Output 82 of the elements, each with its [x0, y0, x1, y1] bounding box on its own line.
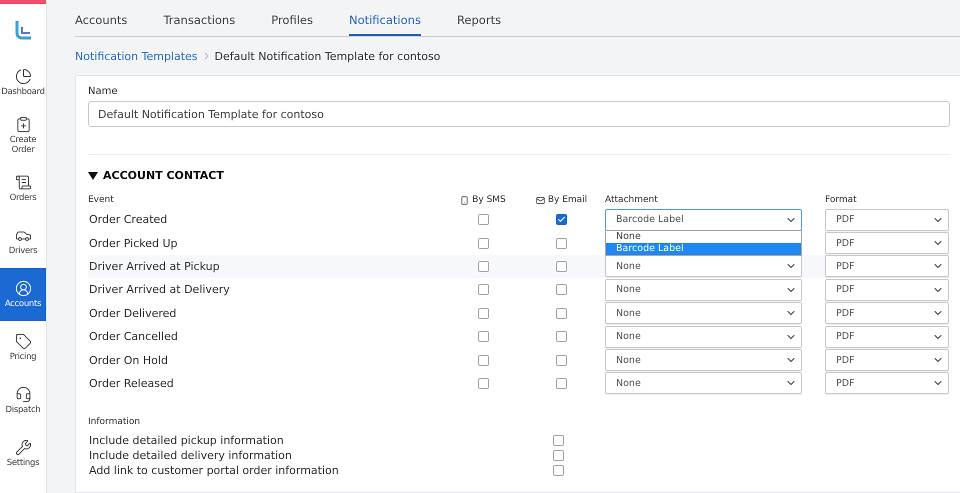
logo-icon — [13, 19, 33, 41]
phone-icon — [460, 196, 470, 204]
checkbox[interactable] — [556, 331, 567, 342]
column-header: Format — [825, 194, 858, 207]
event-label: Order Created — [88, 213, 168, 226]
tab[interactable]: Reports — [456, 13, 502, 36]
column-header: By Email — [548, 195, 588, 205]
attachment-select[interactable]: None — [605, 255, 802, 278]
headset-icon — [14, 386, 32, 403]
event-label: Order On Hold — [88, 354, 168, 367]
checkbox[interactable] — [556, 260, 567, 272]
format-select[interactable]: PDF — [825, 208, 949, 231]
chevron-right-icon — [204, 52, 209, 60]
attachment-select[interactable]: None — [605, 278, 802, 301]
attachment-select[interactable]: None — [605, 326, 802, 348]
format-select[interactable]: PDF — [825, 232, 949, 254]
checkbox[interactable] — [478, 260, 488, 272]
column-header: Event — [88, 194, 115, 207]
document-icon — [14, 174, 32, 191]
sidebar-item[interactable]: Settings — [0, 427, 46, 480]
checkbox[interactable] — [556, 378, 567, 389]
field-label: Name — [88, 86, 119, 97]
checkbox[interactable] — [478, 284, 488, 296]
checkbox[interactable] — [478, 331, 488, 342]
section-label: Information — [88, 417, 142, 428]
price-tag-icon — [14, 333, 32, 350]
event-label: Driver Arrived at Delivery — [88, 283, 230, 296]
breadcrumb-link[interactable]: Notification Templates — [75, 50, 198, 62]
checkbox[interactable] — [556, 214, 567, 226]
event-label: Order Delivered — [88, 306, 176, 320]
checkbox[interactable] — [556, 238, 567, 249]
attachment-select[interactable]: None — [605, 372, 802, 394]
tab[interactable]: Notifications — [348, 13, 421, 36]
mail-icon — [536, 196, 545, 204]
event-label: Driver Arrived at Pickup — [88, 260, 220, 273]
tab[interactable]: Accounts — [75, 13, 128, 36]
attachment-select[interactable]: None — [605, 302, 802, 324]
option-label: Include detailed pickup information — [88, 434, 284, 448]
dropdown-option[interactable]: Barcode Label — [606, 243, 801, 255]
sidebar-item[interactable]: Dispatch — [0, 374, 46, 427]
event-label: Order Cancelled — [88, 330, 178, 344]
tab[interactable]: Profiles — [271, 13, 313, 36]
name-field[interactable]: Default Notification Template for contoso — [88, 101, 950, 127]
sidebar-item[interactable]: Drivers — [0, 215, 46, 268]
user-circle-icon — [14, 280, 32, 297]
checkbox[interactable] — [556, 308, 567, 319]
pie-chart-icon — [14, 68, 32, 85]
sidebar-item[interactable]: Pricing — [0, 321, 46, 374]
format-select[interactable]: PDF — [825, 326, 949, 348]
event-label: Order Released — [88, 376, 174, 390]
checkbox[interactable] — [556, 284, 567, 296]
format-select[interactable]: PDF — [825, 372, 949, 394]
sidebar-item[interactable]: Orders — [0, 162, 46, 215]
settings-icon — [14, 439, 32, 456]
sidebar-item[interactable]: Dashboard — [0, 56, 46, 109]
event-label: Order Picked Up — [88, 236, 178, 250]
section-header[interactable]: ACCOUNT CONTACT — [88, 169, 950, 182]
checkbox[interactable] — [478, 238, 488, 249]
clipboard-plus-icon — [14, 116, 32, 133]
checkbox[interactable] — [478, 214, 488, 226]
checkbox[interactable] — [478, 354, 488, 366]
format-select[interactable]: PDF — [825, 302, 949, 324]
caret-down-icon — [88, 172, 98, 180]
column-header: Attachment — [605, 194, 659, 207]
checkbox[interactable] — [552, 435, 564, 446]
attachment-select[interactable]: Barcode Label — [605, 208, 802, 231]
format-select[interactable]: PDF — [825, 349, 949, 372]
breadcrumb-current: Default Notification Template for contoso — [214, 50, 440, 62]
checkbox[interactable] — [478, 378, 488, 389]
option-label: Include detailed delivery information — [88, 449, 292, 462]
checkbox[interactable] — [556, 354, 567, 366]
sidebar-item[interactable]: Create Order — [0, 109, 46, 162]
format-select[interactable]: PDF — [825, 278, 949, 301]
sidebar-item[interactable]: Accounts — [0, 268, 46, 321]
checkbox[interactable] — [552, 465, 564, 476]
option-label: Add link to customer portal order information — [88, 464, 339, 478]
format-select[interactable]: PDF — [825, 255, 949, 278]
column-header: By SMS — [472, 195, 506, 205]
checkbox[interactable] — [478, 308, 488, 319]
tab[interactable]: Transactions — [163, 13, 236, 36]
attachment-select[interactable]: None — [605, 349, 802, 372]
checkbox[interactable] — [552, 450, 564, 462]
